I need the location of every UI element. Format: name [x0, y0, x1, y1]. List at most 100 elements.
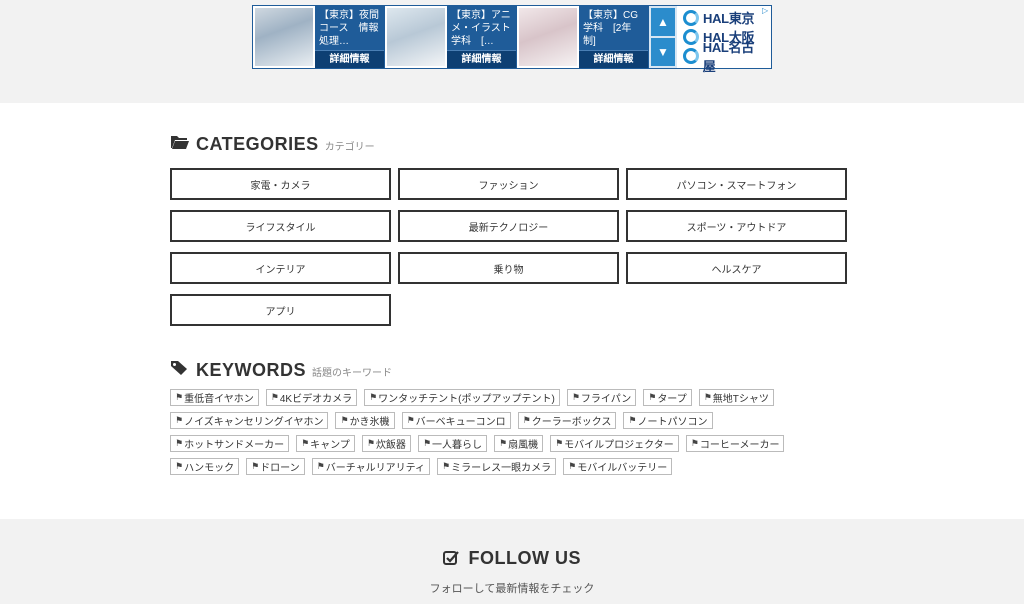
- ad-details-button[interactable]: 詳細情報: [315, 50, 384, 68]
- ad-details-button[interactable]: 詳細情報: [579, 50, 648, 68]
- keyword-tag[interactable]: ⚑ ノイズキャンセリングイヤホン: [170, 412, 329, 429]
- keyword-label[interactable]: バーベキューコンロ: [416, 413, 506, 428]
- category-button[interactable]: インテリア: [170, 252, 391, 284]
- keyword-label[interactable]: ノートパソコン: [638, 413, 708, 428]
- keyword-tag[interactable]: ⚑ 一人暮らし: [417, 435, 488, 452]
- keyword-label[interactable]: かき氷機: [350, 413, 390, 428]
- keyword-tag[interactable]: ⚑ モバイルバッテリー: [563, 458, 673, 475]
- keyword-label[interactable]: ドローン: [260, 459, 300, 474]
- ad-thumbnail[interactable]: [255, 8, 313, 66]
- keyword-label[interactable]: 無地Tシャツ: [713, 390, 769, 405]
- category-button[interactable]: アプリ: [170, 294, 391, 326]
- keyword-label[interactable]: ハンモック: [184, 459, 234, 474]
- category-button[interactable]: 最新テクノロジー: [398, 210, 619, 242]
- keyword-label[interactable]: ホットサンドメーカー: [184, 436, 284, 451]
- keyword-tag[interactable]: ⚑ クーラーボックス: [517, 412, 617, 429]
- category-button[interactable]: ライフスタイル: [170, 210, 391, 242]
- tag-icon: ⚑: [366, 438, 375, 448]
- keywords-heading: KEYWORDS 話題のキーワード: [170, 360, 392, 381]
- keyword-tag[interactable]: ⚑ ノートパソコン: [623, 412, 713, 429]
- tag-icon: ⚑: [175, 438, 184, 448]
- keyword-tag[interactable]: ⚑ バーベキューコンロ: [401, 412, 511, 429]
- category-button[interactable]: ファッション: [398, 168, 619, 200]
- check-square-icon: [443, 550, 459, 571]
- ad-thumbnail[interactable]: [519, 8, 577, 66]
- keyword-tag[interactable]: ⚑ ドローン: [246, 458, 305, 475]
- category-button[interactable]: 家電・カメラ: [170, 168, 391, 200]
- keyword-tag[interactable]: ⚑ ホットサンドメーカー: [170, 435, 290, 452]
- keyword-tag[interactable]: ⚑ ミラーレス一眼カメラ: [437, 458, 557, 475]
- follow-heading: FOLLOW US: [0, 548, 1024, 571]
- keyword-label[interactable]: バーチャルリアリティ: [326, 459, 425, 474]
- tag-icon: ⚑: [175, 461, 184, 471]
- tag-icon: ⚑: [175, 415, 184, 425]
- keyword-label[interactable]: モバイルバッテリー: [577, 459, 667, 474]
- keyword-label[interactable]: ノイズキャンセリングイヤホン: [184, 413, 323, 428]
- category-button[interactable]: ヘルスケア: [626, 252, 847, 284]
- keyword-tag[interactable]: ⚑ モバイルプロジェクター: [550, 435, 679, 452]
- keyword-label[interactable]: 4Kビデオカメラ: [280, 390, 352, 405]
- keyword-tag[interactable]: ⚑ コーヒーメーカー: [685, 435, 785, 452]
- tag-icon: ⚑: [690, 438, 699, 448]
- tag-icon: ⚑: [648, 392, 657, 402]
- keyword-tag[interactable]: ⚑ キャンプ: [296, 435, 355, 452]
- ad-down-arrow-icon[interactable]: ▼: [651, 38, 675, 66]
- keyword-label[interactable]: キャンプ: [310, 436, 350, 451]
- banner-ad[interactable]: 【東京】夜間コース 情報処理… 詳細情報 【東京】アニメ・イラスト学科 [… 詳…: [252, 5, 772, 74]
- ad-details-button[interactable]: 詳細情報: [447, 50, 516, 68]
- keyword-label[interactable]: タープ: [657, 390, 686, 405]
- keyword-label[interactable]: 重低音イヤホン: [184, 390, 254, 405]
- keyword-label[interactable]: ワンタッチテント(ポップアップテント): [378, 390, 555, 405]
- tag-icon: ⚑: [499, 438, 508, 448]
- keyword-tag[interactable]: ⚑ かき氷機: [335, 412, 395, 429]
- keyword-tag[interactable]: ⚑ タープ: [643, 389, 692, 406]
- keyword-label[interactable]: フライパン: [581, 390, 631, 405]
- keyword-tag[interactable]: ⚑ 4Kビデオカメラ: [265, 389, 358, 406]
- ad-card-2[interactable]: 【東京】アニメ・イラスト学科 [… 詳細情報: [385, 6, 517, 68]
- follow-subtitle: フォローして最新情報をチェック: [429, 583, 595, 595]
- keyword-label[interactable]: 炊飯器: [376, 436, 406, 451]
- keyword-label[interactable]: モバイルプロジェクター: [564, 436, 674, 451]
- ad-card-3[interactable]: 【東京】CG学科 [2年制] 詳細情報: [517, 6, 649, 68]
- tag-icon: ⚑: [301, 438, 310, 448]
- keyword-tag[interactable]: ⚑ 無地Tシャツ: [698, 389, 774, 406]
- keyword-tag[interactable]: ⚑ ハンモック: [170, 458, 240, 475]
- ad-thumbnail[interactable]: [387, 8, 445, 66]
- hal-logos[interactable]: HAL東京 HAL大阪 HAL名古屋: [677, 6, 771, 74]
- hal-logo-text: HAL東京: [703, 11, 755, 27]
- keyword-label[interactable]: ミラーレス一眼カメラ: [451, 459, 551, 474]
- ad-card-title[interactable]: 【東京】アニメ・イラスト学科 […: [447, 6, 516, 50]
- tag-icon: ⚑: [251, 461, 260, 471]
- ad-up-arrow-icon[interactable]: ▲: [651, 8, 675, 36]
- tag-icon: ⚑: [270, 392, 279, 402]
- keyword-tag[interactable]: ⚑ 重低音イヤホン: [170, 389, 259, 406]
- tag-icon: ⚑: [369, 392, 378, 402]
- categories-subtitle: カテゴリー: [324, 142, 375, 153]
- category-button[interactable]: スポーツ・アウトドア: [626, 210, 847, 242]
- tag-icon: ⚑: [316, 461, 325, 471]
- ad-choices-icon[interactable]: ▷: [762, 7, 770, 15]
- keyword-label[interactable]: 一人暮らし: [432, 436, 482, 451]
- hal-logo-icon: [683, 28, 699, 45]
- keywords-title: KEYWORDS: [196, 360, 307, 380]
- ad-card-title[interactable]: 【東京】CG学科 [2年制]: [579, 6, 648, 50]
- ad-card-title[interactable]: 【東京】夜間コース 情報処理…: [315, 6, 384, 50]
- keyword-label[interactable]: 扇風機: [508, 436, 538, 451]
- keyword-label[interactable]: コーヒーメーカー: [700, 436, 780, 451]
- keyword-tag[interactable]: ⚑ ワンタッチテント(ポップアップテント): [364, 389, 560, 406]
- tag-icon: ⚑: [571, 392, 580, 402]
- category-button[interactable]: 乗り物: [398, 252, 619, 284]
- keyword-tag[interactable]: ⚑ 炊飯器: [361, 435, 411, 452]
- keyword-tag[interactable]: ⚑ 扇風機: [494, 435, 544, 452]
- keyword-label[interactable]: クーラーボックス: [532, 413, 612, 428]
- tag-icon: ⚑: [340, 415, 349, 425]
- tag-icon: ⚑: [703, 392, 712, 402]
- ad-card-1[interactable]: 【東京】夜間コース 情報処理… 詳細情報: [253, 6, 385, 68]
- tag-icon: [170, 360, 190, 381]
- category-button[interactable]: パソコン・スマートフォン: [626, 168, 847, 200]
- keyword-tag[interactable]: ⚑ バーチャルリアリティ: [311, 458, 431, 475]
- hal-logo-icon: [683, 48, 699, 65]
- ad-nav: ▲ ▼: [649, 6, 677, 68]
- keyword-tag[interactable]: ⚑ フライパン: [566, 389, 637, 406]
- keyword-list: ⚑ 重低音イヤホン ⚑ 4Kビデオカメラ ⚑ ワンタッチテント(ポップアップテント) …: [170, 389, 830, 475]
